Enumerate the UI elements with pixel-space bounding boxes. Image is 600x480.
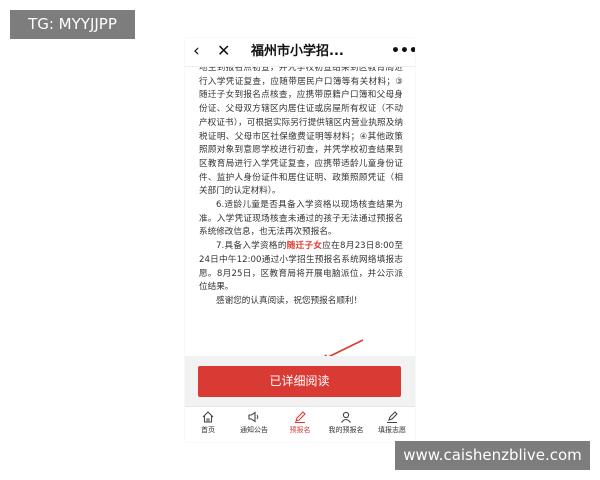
tab-my-registration[interactable]: 我的预报名 — [323, 407, 369, 442]
watermark-bottom-right: www.caishenzblive.com — [395, 441, 590, 470]
speaker-icon — [248, 411, 259, 423]
page-title: 福州市小学招... — [251, 44, 344, 59]
home-icon — [202, 411, 214, 423]
tab-fill-preferences-label: 填报志愿 — [378, 426, 406, 434]
pen-icon — [295, 411, 306, 423]
edit-icon — [387, 411, 398, 423]
tab-home[interactable]: 首页 — [185, 407, 231, 442]
tab-fill-preferences[interactable]: 填报志愿 — [369, 407, 415, 442]
title-bar: ‹ ✕ 福州市小学招... ••• — [185, 38, 415, 67]
bottom-area: 已详细阅读 首页 通知公告 预报名 我的预报名 填报志愿 — [185, 356, 415, 442]
tab-home-label: 首页 — [201, 426, 215, 434]
phone-screen: 地生到报名点初查，并凭学校初查结果到区教育局进行入学凭证复查，应随带居民户口簿等… — [185, 38, 415, 442]
back-icon[interactable]: ‹ — [193, 41, 209, 61]
close-icon[interactable]: ✕ — [217, 41, 233, 61]
bottom-tabbar: 首页 通知公告 预报名 我的预报名 填报志愿 — [185, 406, 415, 442]
tab-notices[interactable]: 通知公告 — [231, 407, 277, 442]
page: TG: MYYJJPP 地生到报名点初查，并凭学校初查结果到区教育局进行入学凭证… — [0, 0, 600, 480]
tab-pre-register[interactable]: 预报名 — [277, 407, 323, 442]
tab-notices-label: 通知公告 — [240, 426, 268, 434]
more-icon[interactable]: ••• — [391, 41, 415, 61]
read-confirm-button[interactable]: 已详细阅读 — [198, 366, 401, 397]
tab-pre-register-label: 预报名 — [289, 426, 311, 434]
tab-my-registration-label: 我的预报名 — [328, 426, 364, 434]
user-icon — [341, 411, 351, 423]
watermark-top-left: TG: MYYJJPP — [10, 10, 135, 39]
